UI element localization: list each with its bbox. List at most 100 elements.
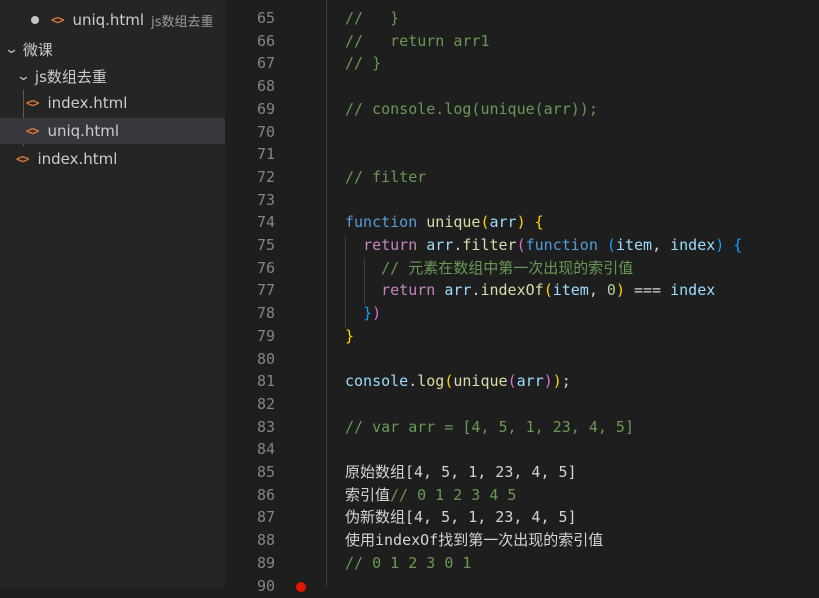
code-token: item bbox=[552, 281, 589, 300]
code-token: ) bbox=[615, 281, 625, 300]
code-line[interactable]: 87 伪新数组[4, 5, 1, 23, 4, 5] bbox=[225, 506, 819, 529]
html-file-icon: <> bbox=[51, 13, 64, 27]
code-token: ( bbox=[480, 213, 490, 232]
open-editor-uniq-html[interactable]: <> uniq.html js数组去重 bbox=[0, 7, 256, 33]
code-token: function bbox=[345, 213, 418, 232]
code-text: // return arr1 bbox=[345, 30, 490, 53]
code-token: ) bbox=[552, 372, 562, 391]
code-line[interactable]: 90 bbox=[225, 575, 819, 598]
code-token: console bbox=[345, 372, 409, 391]
line-number: 84 bbox=[256, 440, 275, 459]
code-line[interactable]: 68 bbox=[225, 75, 819, 98]
code-line[interactable]: 85 原始数组[4, 5, 1, 23, 4, 5] bbox=[225, 461, 819, 484]
code-line[interactable]: 76 // 元素在数组中第一次出现的索引值 bbox=[225, 257, 819, 280]
code-line[interactable]: 77 return arr.indexOf(item, 0) === index bbox=[225, 279, 819, 302]
code-token: ; bbox=[561, 372, 571, 391]
line-number: 74 bbox=[256, 213, 275, 232]
code-token: arr bbox=[516, 372, 544, 391]
line-number: 90 bbox=[256, 576, 275, 595]
code-token: index bbox=[670, 281, 716, 300]
code-line[interactable]: 86 索引值// 0 1 2 3 4 5 bbox=[225, 484, 819, 507]
code-text: // console.log(unique(arr)); bbox=[345, 98, 598, 121]
code-text: }) bbox=[345, 302, 381, 325]
code-line[interactable]: 84 bbox=[225, 438, 819, 461]
code-line[interactable]: 67 // } bbox=[225, 52, 819, 75]
code-token: 使用indexOf找到第一次出现的索引值 bbox=[345, 531, 604, 550]
line-number: 77 bbox=[256, 281, 275, 300]
code-token: ) bbox=[543, 372, 553, 391]
code-line[interactable]: 65 // } bbox=[225, 7, 819, 30]
code-token: // } bbox=[345, 9, 400, 27]
folder-label: js数组去重 bbox=[34, 67, 107, 86]
code-line[interactable]: 89 // 0 1 2 3 0 1 bbox=[225, 552, 819, 575]
code-token: // var arr = [4, 5, 1, 23, 4, 5] bbox=[345, 417, 634, 436]
code-line[interactable]: 88 使用indexOf找到第一次出现的索引值 bbox=[225, 529, 819, 552]
code-line[interactable]: 79} bbox=[225, 325, 819, 348]
code-line[interactable]: 82 bbox=[225, 393, 819, 416]
code-text: // filter bbox=[345, 166, 426, 189]
code-token: arr bbox=[444, 281, 472, 300]
code-token: // 0 1 2 3 0 1 bbox=[345, 553, 472, 572]
file-uniq-html[interactable]: <> uniq.html bbox=[0, 118, 251, 144]
code-token: function bbox=[525, 236, 598, 254]
line-number: 86 bbox=[256, 485, 275, 504]
code-text: console.log(unique(arr)); bbox=[345, 370, 571, 393]
code-text: return arr.indexOf(item, 0) === index bbox=[345, 279, 715, 302]
code-token: arr bbox=[426, 236, 454, 254]
file-label: uniq.html bbox=[47, 122, 120, 140]
code-editor[interactable]: 65 // } 66 // return arr1 67 // } 68 69 // conso… bbox=[225, 0, 819, 595]
file-label: index.html bbox=[47, 94, 128, 112]
file-root-index-html[interactable]: <> index.html bbox=[0, 146, 241, 172]
code-token: item bbox=[615, 236, 653, 254]
line-number: 68 bbox=[256, 77, 275, 96]
html-file-icon: <> bbox=[26, 124, 39, 138]
html-file-icon: <> bbox=[16, 152, 29, 166]
code-token: , bbox=[652, 236, 671, 254]
code-text: 使用indexOf找到第一次出现的索引值 bbox=[345, 529, 603, 552]
code-line[interactable]: 70 bbox=[225, 121, 819, 144]
code-token: // filter bbox=[345, 167, 427, 186]
unsaved-dot-icon bbox=[31, 16, 39, 24]
code-token: . bbox=[408, 372, 418, 391]
code-line[interactable]: 78 }) bbox=[225, 302, 819, 325]
code-token: ( bbox=[516, 236, 526, 254]
code-token: } bbox=[363, 304, 373, 323]
code-line[interactable]: 81 console.log(unique(arr)); bbox=[225, 370, 819, 393]
chevron-down-icon: ⌄ bbox=[3, 41, 20, 57]
code-text: } bbox=[345, 325, 354, 348]
code-token: // } bbox=[345, 54, 382, 73]
code-token: // 0 1 2 3 4 5 bbox=[390, 485, 517, 504]
code-line[interactable]: 73 bbox=[225, 189, 819, 212]
code-line[interactable]: 75 return arr.filter(function (item, ind… bbox=[225, 234, 819, 257]
code-line[interactable]: 74 function unique(arr) { bbox=[225, 211, 819, 234]
cursor-marker-icon bbox=[296, 582, 306, 592]
line-number: 73 bbox=[256, 190, 275, 209]
folder-js-dedupe[interactable]: ⌄ js数组去重 bbox=[0, 63, 243, 89]
code-line[interactable]: 71 bbox=[225, 143, 819, 166]
line-number: 81 bbox=[256, 372, 275, 391]
code-text: 索引值// 0 1 2 3 4 5 bbox=[345, 484, 516, 507]
line-number: 76 bbox=[256, 258, 275, 277]
code-text: 原始数组[4, 5, 1, 23, 4, 5] bbox=[345, 461, 577, 484]
file-index-html[interactable]: <> index.html bbox=[0, 90, 251, 116]
line-number: 83 bbox=[256, 417, 275, 436]
code-line[interactable]: 83 // var arr = [4, 5, 1, 23, 4, 5] bbox=[225, 416, 819, 439]
line-number: 72 bbox=[256, 167, 275, 186]
code-line[interactable]: 66 // return arr1 bbox=[225, 30, 819, 53]
code-token: // return arr1 bbox=[345, 31, 490, 50]
line-number: 70 bbox=[256, 122, 275, 141]
code-line[interactable]: 69 // console.log(unique(arr)); bbox=[225, 98, 819, 121]
code-token: // 元素在数组中第一次出现的索引值 bbox=[345, 258, 634, 277]
file-label: index.html bbox=[37, 150, 118, 168]
code-token: unique bbox=[426, 213, 481, 232]
code-line[interactable]: 80 bbox=[225, 348, 819, 371]
folder-weike[interactable]: ⌄ 微课 bbox=[0, 36, 231, 62]
code-line[interactable]: 72 // filter bbox=[225, 166, 819, 189]
code-token: ( bbox=[507, 372, 517, 391]
code-token: 0 bbox=[606, 281, 616, 300]
code-token: return bbox=[363, 236, 418, 254]
chevron-down-icon: ⌄ bbox=[15, 68, 32, 84]
code-token: === bbox=[624, 281, 671, 300]
